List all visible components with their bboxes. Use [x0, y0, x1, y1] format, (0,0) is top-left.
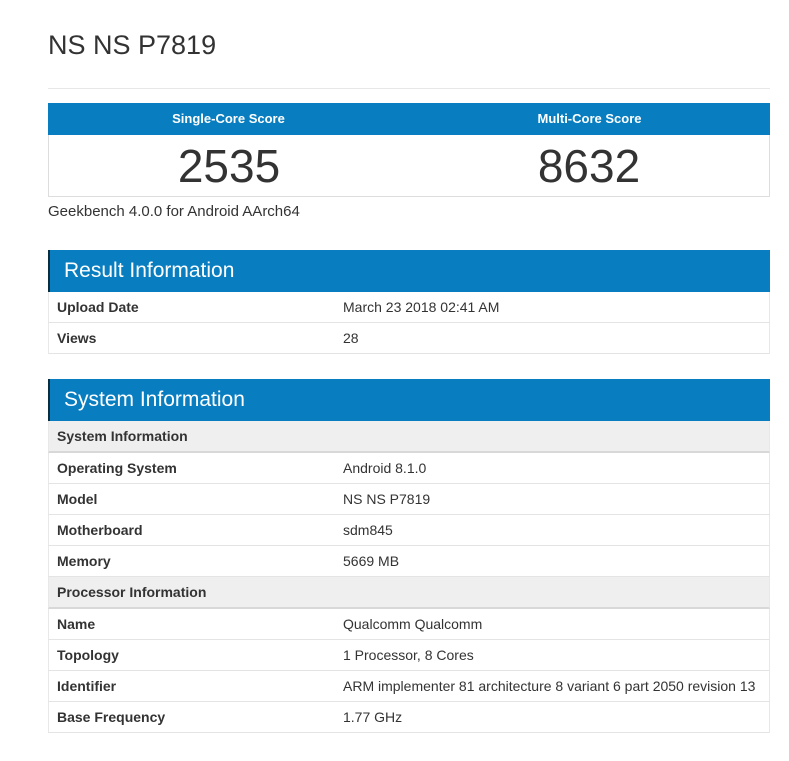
table-row: Views 28 — [48, 323, 770, 354]
row-value: sdm845 — [343, 522, 393, 538]
row-value: 1 Processor, 8 Cores — [343, 647, 474, 663]
table-row: Name Qualcomm Qualcomm — [48, 609, 770, 640]
row-value: ARM implementer 81 architecture 8 varian… — [343, 678, 756, 694]
table-row: Upload Date March 23 2018 02:41 AM — [48, 292, 770, 323]
row-label: Memory — [57, 553, 111, 569]
table-row: Identifier ARM implementer 81 architectu… — [48, 671, 770, 702]
row-value: March 23 2018 02:41 AM — [343, 299, 500, 315]
score-banner-body: 2535 8632 — [48, 135, 770, 197]
row-label: Motherboard — [57, 522, 143, 538]
table-row: Motherboard sdm845 — [48, 515, 770, 546]
row-value: Android 8.1.0 — [343, 460, 427, 476]
score-banner: Single-Core Score Multi-Core Score 2535 … — [48, 103, 770, 197]
table-row: Model NS NS P7819 — [48, 484, 770, 515]
multi-core-score-label: Multi-Core Score — [537, 111, 642, 126]
page-title: NS NS P7819 — [48, 30, 217, 60]
processor-information-subheader: Processor Information — [48, 577, 770, 609]
system-information-subheader: System Information — [48, 421, 770, 453]
row-label: Identifier — [57, 678, 117, 694]
table-row: Topology 1 Processor, 8 Cores — [48, 640, 770, 671]
row-label: Name — [57, 616, 96, 632]
table-row: Base Frequency 1.77 GHz — [48, 702, 770, 733]
row-value: 5669 MB — [343, 553, 400, 569]
result-information-header: Result Information — [48, 250, 770, 292]
system-information-header: System Information — [48, 379, 770, 421]
row-value: 1.77 GHz — [343, 709, 403, 725]
row-label: Base Frequency — [57, 709, 166, 725]
page-container: NS NS P7819 Single-Core Score Multi-Core… — [48, 28, 770, 733]
system-information-panel: System Information System Information Op… — [48, 379, 770, 733]
score-banner-header: Single-Core Score Multi-Core Score — [48, 103, 770, 135]
row-label: Topology — [57, 647, 119, 663]
row-label: Model — [57, 491, 98, 507]
table-row: Operating System Android 8.1.0 — [48, 453, 770, 484]
multi-core-score-value: 8632 — [537, 139, 641, 192]
row-label: Views — [57, 330, 97, 346]
title-divider — [48, 88, 770, 89]
table-row: Memory 5669 MB — [48, 546, 770, 577]
row-label: Upload Date — [57, 299, 139, 315]
row-value: Qualcomm Qualcomm — [343, 616, 483, 632]
single-core-score-value: 2535 — [177, 139, 281, 192]
row-value: 28 — [343, 330, 359, 346]
row-value: NS NS P7819 — [343, 491, 431, 507]
benchmark-version-caption: Geekbench 4.0.0 for Android AArch64 — [48, 203, 300, 220]
result-information-panel: Result Information Upload Date March 23 … — [48, 250, 770, 354]
single-core-score-label: Single-Core Score — [172, 111, 285, 126]
row-label: Operating System — [57, 460, 177, 476]
